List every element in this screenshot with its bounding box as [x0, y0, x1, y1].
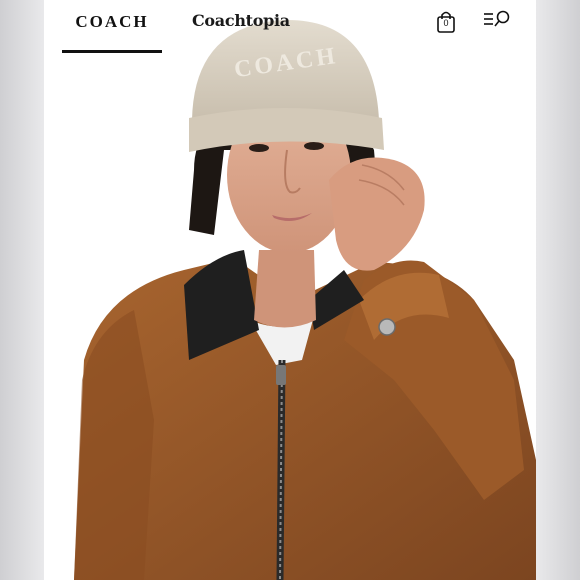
site-header: COACH Coachtopia 0 [44, 0, 536, 56]
search-icon [494, 10, 510, 28]
zipper-pull [276, 365, 286, 385]
hero-image: COACH [44, 0, 536, 580]
shopping-bag-button[interactable]: 0 [435, 10, 457, 34]
right-frame-edge [536, 0, 580, 580]
hand [329, 158, 425, 271]
neck [254, 250, 316, 328]
product-page: COACH COACH Coachtopia 0 [44, 0, 536, 580]
cuff-button [379, 319, 395, 335]
left-frame-edge [0, 0, 44, 580]
tab-coach[interactable]: COACH [62, 10, 162, 54]
active-tab-underline [62, 50, 162, 53]
tab-coachtopia[interactable]: Coachtopia [192, 11, 290, 30]
bag-count: 0 [435, 18, 457, 28]
coach-logo: COACH [62, 12, 162, 32]
menu-search-button[interactable] [482, 10, 510, 30]
